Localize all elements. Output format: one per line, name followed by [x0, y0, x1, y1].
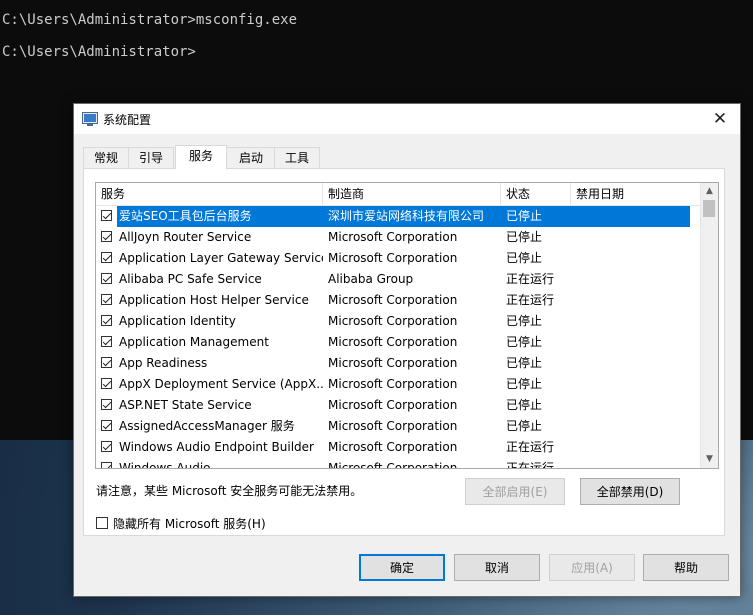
- service-name: Application Host Helper Service: [119, 293, 309, 307]
- service-row[interactable]: ASP.NET State Service Microsoft Corporati…: [96, 395, 701, 416]
- column-header-service[interactable]: 服务: [96, 183, 323, 205]
- service-status: 正在运行: [506, 272, 555, 286]
- column-header-status[interactable]: 状态: [501, 183, 571, 205]
- service-status: 已停止: [506, 314, 543, 328]
- service-name: AppX Deployment Service (AppX...: [119, 377, 323, 391]
- scroll-down-arrow-icon[interactable]: ▼: [701, 451, 718, 468]
- service-enabled-checkbox[interactable]: [101, 378, 112, 389]
- vertical-scrollbar[interactable]: ▲ ▼: [700, 183, 718, 468]
- service-status: 已停止: [506, 356, 543, 370]
- service-status: 已停止: [506, 230, 543, 244]
- service-row[interactable]: AppX Deployment Service (AppX... Microsof…: [96, 374, 701, 395]
- service-name: App Readiness: [119, 356, 208, 370]
- service-status: 正在运行: [506, 461, 555, 469]
- cancel-button[interactable]: 取消: [454, 554, 540, 581]
- console-line-command: C:\Users\Administrator>msconfig.exe: [2, 12, 298, 28]
- tab-boot[interactable]: 引导: [128, 147, 174, 168]
- service-rows: 爱站SEO工具包后台服务 深圳市爱站网络科技有限公司 已停止 AllJoyn Rout…: [96, 206, 701, 469]
- service-status: 已停止: [506, 398, 543, 412]
- scroll-thumb[interactable]: [703, 200, 715, 217]
- security-notice: 请注意，某些 Microsoft 安全服务可能无法禁用。: [96, 484, 363, 498]
- service-enabled-checkbox[interactable]: [101, 399, 112, 410]
- service-enabled-checkbox[interactable]: [101, 231, 112, 242]
- service-row[interactable]: Application Identity Microsoft Corporatio…: [96, 311, 701, 332]
- service-manufacturer: Microsoft Corporation: [328, 419, 458, 433]
- services-panel: 服务 制造商 状态 禁用日期 爱站SEO工具包后台服务 深圳市爱站网络科技有限公司…: [83, 168, 725, 536]
- dialog-title: 系统配置: [103, 113, 152, 127]
- service-manufacturer: Microsoft Corporation: [328, 335, 458, 349]
- service-manufacturer: Microsoft Corporation: [328, 461, 458, 469]
- service-status: 已停止: [506, 377, 543, 391]
- service-manufacturer: Microsoft Corporation: [328, 251, 458, 265]
- service-status: 正在运行: [506, 440, 555, 454]
- service-manufacturer: Alibaba Group: [328, 272, 414, 286]
- service-enabled-checkbox[interactable]: [101, 294, 112, 305]
- service-manufacturer: Microsoft Corporation: [328, 440, 458, 454]
- ok-button[interactable]: 确定: [359, 554, 445, 581]
- system-config-dialog: 系统配置 ✕ 常规 引导 服务 启动 工具 服务 制造商 状态 禁用日期 爱站S…: [73, 103, 741, 597]
- close-button[interactable]: ✕: [706, 108, 734, 130]
- service-manufacturer: 深圳市爱站网络科技有限公司: [328, 209, 485, 223]
- service-status: 已停止: [506, 335, 543, 349]
- service-enabled-checkbox[interactable]: [101, 420, 112, 431]
- service-row[interactable]: Application Host Helper Service Microsoft…: [96, 290, 701, 311]
- service-name: Alibaba PC Safe Service: [119, 272, 262, 286]
- apply-button[interactable]: 应用(A): [549, 554, 635, 581]
- tab-startup[interactable]: 启动: [226, 147, 276, 168]
- service-manufacturer: Microsoft Corporation: [328, 314, 458, 328]
- help-button[interactable]: 帮助: [643, 554, 729, 581]
- service-row[interactable]: Application Layer Gateway Service Microso…: [96, 248, 701, 269]
- service-status: 已停止: [506, 251, 543, 265]
- service-manufacturer: Microsoft Corporation: [328, 398, 458, 412]
- scroll-up-arrow-icon[interactable]: ▲: [701, 183, 718, 200]
- service-status: 已停止: [506, 209, 543, 223]
- service-row[interactable]: AllJoyn Router Service Microsoft Corporat…: [96, 227, 701, 248]
- tab-tools[interactable]: 工具: [274, 147, 320, 168]
- service-manufacturer: Microsoft Corporation: [328, 230, 458, 244]
- service-row[interactable]: Alibaba PC Safe Service Alibaba Group 正在运行: [96, 269, 701, 290]
- title-bar[interactable]: 系统配置 ✕: [74, 104, 740, 134]
- service-name: Application Layer Gateway Service: [119, 251, 323, 265]
- msconfig-app-icon: [82, 112, 98, 126]
- service-name: AllJoyn Router Service: [119, 230, 252, 244]
- service-name: AssignedAccessManager 服务: [119, 419, 295, 433]
- service-name: Windows Audio Endpoint Builder: [119, 440, 314, 454]
- services-list[interactable]: 服务 制造商 状态 禁用日期 爱站SEO工具包后台服务 深圳市爱站网络科技有限公司…: [95, 182, 719, 469]
- service-manufacturer: Microsoft Corporation: [328, 377, 458, 391]
- service-row[interactable]: Application Management Microsoft Corporat…: [96, 332, 701, 353]
- service-enabled-checkbox[interactable]: [101, 315, 112, 326]
- service-name: ASP.NET State Service: [119, 398, 252, 412]
- service-row[interactable]: AssignedAccessManager 服务 Microsoft Corpor…: [96, 416, 701, 437]
- hide-microsoft-services-label[interactable]: 隐藏所有 Microsoft 服务(H): [113, 515, 266, 532]
- service-name: Application Management: [119, 335, 269, 349]
- console-line-prompt: C:\Users\Administrator>: [2, 44, 196, 60]
- service-name: Windows Audio: [119, 461, 211, 469]
- service-enabled-checkbox[interactable]: [101, 441, 112, 452]
- service-enabled-checkbox[interactable]: [101, 336, 112, 347]
- tab-general[interactable]: 常规: [83, 147, 129, 168]
- service-row[interactable]: 爱站SEO工具包后台服务 深圳市爱站网络科技有限公司 已停止: [96, 206, 701, 227]
- service-name: 爱站SEO工具包后台服务: [117, 206, 323, 227]
- service-manufacturer: Microsoft Corporation: [328, 356, 458, 370]
- column-header-manufacturer[interactable]: 制造商: [323, 183, 501, 205]
- service-enabled-checkbox[interactable]: [101, 210, 112, 221]
- service-enabled-checkbox[interactable]: [101, 252, 112, 263]
- service-row[interactable]: Windows Audio Microsoft Corporation 正在运行: [96, 458, 701, 469]
- tab-services[interactable]: 服务: [175, 145, 227, 169]
- list-header: 服务 制造商 状态 禁用日期: [96, 183, 701, 206]
- column-header-disabled-date[interactable]: 禁用日期: [571, 183, 701, 205]
- enable-all-button[interactable]: 全部启用(E): [465, 478, 565, 505]
- service-row[interactable]: App Readiness Microsoft Corporation 已停止: [96, 353, 701, 374]
- service-manufacturer: Microsoft Corporation: [328, 293, 458, 307]
- service-status: 已停止: [506, 419, 543, 433]
- service-enabled-checkbox[interactable]: [101, 273, 112, 284]
- service-enabled-checkbox[interactable]: [101, 357, 112, 368]
- hide-microsoft-services-checkbox[interactable]: [96, 517, 108, 529]
- service-name: Application Identity: [119, 314, 236, 328]
- service-status: 正在运行: [506, 293, 555, 307]
- service-row[interactable]: Windows Audio Endpoint Builder Microsoft …: [96, 437, 701, 458]
- disable-all-button[interactable]: 全部禁用(D): [580, 478, 680, 505]
- service-enabled-checkbox[interactable]: [101, 462, 112, 468]
